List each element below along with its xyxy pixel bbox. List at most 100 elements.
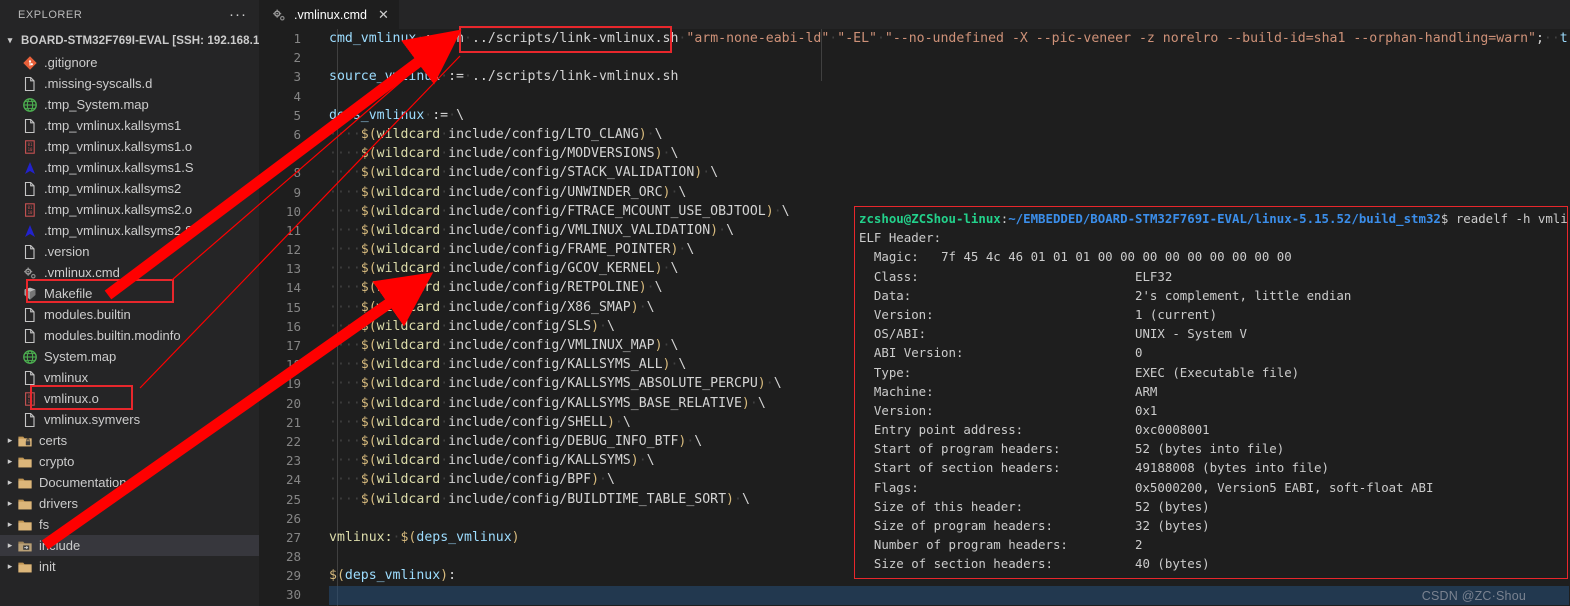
- code-token: $(: [360, 318, 377, 334]
- tree-item-vmlinux[interactable]: vmlinux: [0, 367, 259, 388]
- code-token: $(: [360, 203, 377, 219]
- tree-item-tmp-system-map[interactable]: .tmp_System.map: [0, 94, 259, 115]
- tree-item-tmp-vmlinux-kallsyms2-s[interactable]: .tmp_vmlinux.kallsyms2.S: [0, 220, 259, 241]
- line-number: 10: [285, 203, 301, 219]
- whitespace-dots: ····: [329, 318, 361, 334]
- elf-header-field: Class: ELF32: [859, 267, 1567, 286]
- code-token: include/config/KALLSYMS_BASE_RELATIVE: [448, 395, 742, 411]
- code-line-text: ····$(wildcard·include/config/KALLSYMS)·…: [313, 451, 655, 470]
- code-token: wildcard: [376, 126, 441, 142]
- code-line-text: ····$(wildcard·include/config/MODVERSION…: [313, 144, 678, 163]
- code-token: "arm-none-eabi-ld": [686, 31, 830, 46]
- code-token: $(: [360, 222, 377, 238]
- tree-item-tmp-vmlinux-kallsyms2-o[interactable]: 01 10 .tmp_vmlinux.kallsyms2.o: [0, 199, 259, 220]
- tree-item-vmlinux-symvers[interactable]: vmlinux.symvers: [0, 409, 259, 430]
- tree-item-missing-syscalls-d[interactable]: .missing-syscalls.d: [0, 73, 259, 94]
- tree-item-label: .version: [44, 244, 90, 259]
- tab-vmlinux-cmd[interactable]: .vmlinux.cmd ✕: [259, 0, 399, 29]
- elf-field-value: 0x1: [1135, 402, 1158, 418]
- terminal-panel[interactable]: zcshou@ZCShou-linux:~/EMBEDDED/BOARD-STM…: [854, 206, 1568, 579]
- folder-icon: [17, 517, 33, 533]
- tree-item-version[interactable]: .version: [0, 241, 259, 262]
- code-token: ): [440, 568, 449, 584]
- elf-field-key: Version:: [859, 402, 1136, 418]
- code-line[interactable]: 9 ····$(wildcard·include/config/UNWINDER_…: [259, 183, 1570, 202]
- code-line[interactable]: 6 ····$(wildcard·include/config/LTO_CLANG…: [259, 125, 1570, 144]
- code-token: \: [726, 222, 735, 238]
- tree-item-label: modules.builtin.modinfo: [44, 328, 181, 343]
- whitespace-dots: ·: [440, 491, 449, 507]
- code-token: include/config/FTRACE_MCOUNT_USE_OBJTOOL: [448, 203, 766, 219]
- chevron-right-icon[interactable]: [3, 477, 17, 488]
- code-token: deps_vmlinux: [416, 529, 512, 545]
- chevron-right-icon[interactable]: [3, 561, 17, 572]
- tree-item-label: modules.builtin: [44, 307, 131, 322]
- explorer-overflow-icon[interactable]: ···: [229, 7, 247, 22]
- tree-item-tmp-vmlinux-kallsyms1-s[interactable]: .tmp_vmlinux.kallsyms1.S: [0, 157, 259, 178]
- tree-item-modules-builtin-modinfo[interactable]: modules.builtin.modinfo: [0, 325, 259, 346]
- chevron-right-icon[interactable]: [3, 456, 17, 467]
- tree-item-vmlinux-cmd[interactable]: .vmlinux.cmd: [0, 262, 259, 283]
- whitespace-dots: ·: [440, 299, 449, 315]
- elf-field-key: Machine:: [859, 383, 1136, 399]
- code-token: true: [1559, 31, 1570, 46]
- elf-field-key: Number of section headers:: [859, 576, 1135, 578]
- binary-icon: 01 10: [22, 391, 38, 407]
- elf-field-value: ELF32: [1135, 268, 1173, 284]
- tree-item-tmp-vmlinux-kallsyms1-o[interactable]: 01 10 .tmp_vmlinux.kallsyms1.o: [0, 136, 259, 157]
- tree-item-gitignore[interactable]: .gitignore: [0, 52, 259, 73]
- whitespace-dots: ·: [440, 472, 449, 488]
- chevron-down-icon: [3, 35, 17, 46]
- tree-item-vmlinux-o[interactable]: 01 10 vmlinux.o: [0, 388, 259, 409]
- elf-field-key: Start of program headers:: [859, 441, 1136, 457]
- chevron-right-icon[interactable]: [3, 540, 17, 551]
- tree-item-documentation[interactable]: Documentation: [0, 472, 259, 493]
- text-selection-highlight: [329, 585, 1569, 605]
- whitespace-dots: ····: [329, 338, 361, 353]
- code-token: deps_vmlinux: [344, 568, 441, 584]
- code-token: wildcard: [376, 242, 441, 258]
- code-token: wildcard: [376, 472, 441, 488]
- tree-item-label: .tmp_vmlinux.kallsyms1: [44, 118, 182, 133]
- code-line[interactable]: 7 ····$(wildcard·include/config/MODVERSIO…: [259, 144, 1570, 163]
- line-number: 7: [293, 146, 301, 162]
- svg-text:10: 10: [28, 210, 33, 215]
- whitespace-dots: ····: [329, 203, 361, 219]
- code-token: include/config/SHELL: [448, 414, 607, 430]
- code-token: \: [622, 414, 631, 430]
- line-number: 19: [285, 376, 301, 392]
- code-token: wildcard: [376, 338, 441, 353]
- tree-item-tmp-vmlinux-kallsyms2[interactable]: .tmp_vmlinux.kallsyms2: [0, 178, 259, 199]
- tree-item-crypto[interactable]: crypto: [0, 451, 259, 472]
- code-token: ../scripts/link-vmlinux.sh: [471, 69, 679, 85]
- chevron-right-icon[interactable]: [3, 519, 17, 530]
- whitespace-dots: ·: [702, 165, 711, 181]
- code-token: ): [606, 414, 615, 430]
- chevron-right-icon[interactable]: [3, 435, 17, 446]
- tree-item-drivers[interactable]: drivers: [0, 493, 259, 514]
- code-line[interactable]: 1 cmd_vmlinux·:=·sh·../scripts/link-vmlin…: [259, 29, 1570, 48]
- code-token: include/config/BUILDTIME_TABLE_SORT: [448, 491, 727, 507]
- code-line[interactable]: 4: [259, 87, 1570, 106]
- file-icon: [22, 118, 38, 134]
- tree-item-makefile[interactable]: Makefile: [0, 283, 259, 304]
- code-line[interactable]: 3 source_vmlinux·:=·../scripts/link-vmlin…: [259, 67, 1570, 86]
- elf-field-key: Entry point address:: [859, 422, 1136, 438]
- code-line[interactable]: 8 ····$(wildcard·include/config/STACK_VAL…: [259, 163, 1570, 182]
- tree-item-system-map[interactable]: System.map: [0, 346, 259, 367]
- line-number: 11: [285, 222, 301, 238]
- tree-item-modules-builtin[interactable]: modules.builtin: [0, 304, 259, 325]
- code-line[interactable]: 5 deps_vmlinux·:=·\: [259, 106, 1570, 125]
- tree-item-tmp-vmlinux-kallsyms1[interactable]: .tmp_vmlinux.kallsyms1: [0, 115, 259, 136]
- line-number: 1: [293, 31, 301, 46]
- tree-item-certs[interactable]: certs: [0, 430, 259, 451]
- close-icon[interactable]: ✕: [378, 7, 389, 23]
- workspace-root-row[interactable]: BOARD-STM32F769I-EVAL [SSH: 192.168.100.…: [0, 29, 259, 52]
- tree-item-include[interactable]: include: [0, 535, 259, 556]
- tree-item-fs[interactable]: fs: [0, 514, 259, 535]
- svg-text:10: 10: [28, 147, 33, 152]
- code-line-text: cmd_vmlinux·:=·sh·../scripts/link-vmlinu…: [313, 29, 1570, 48]
- tree-item-init[interactable]: init: [0, 556, 259, 577]
- code-line[interactable]: 2: [259, 48, 1570, 67]
- chevron-right-icon[interactable]: [3, 498, 17, 509]
